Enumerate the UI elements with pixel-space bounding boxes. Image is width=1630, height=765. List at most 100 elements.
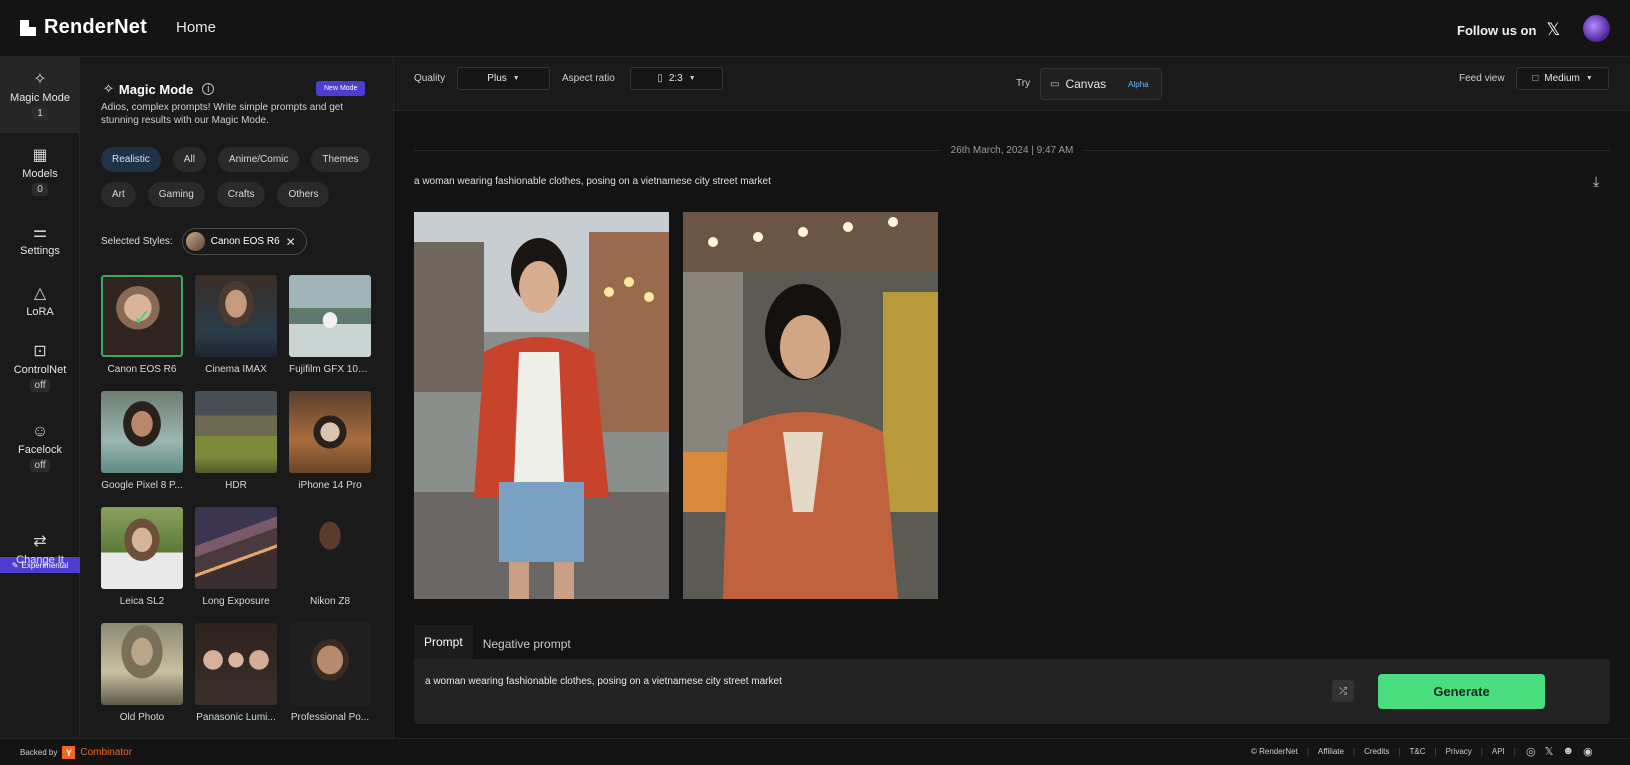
style-label: iPhone 14 Pro	[298, 480, 362, 491]
chevron-down-icon: ▼	[1585, 75, 1593, 82]
grid-icon: ▦	[32, 147, 48, 164]
style-thumbnail	[101, 623, 183, 705]
info-icon[interactable]: i	[202, 83, 215, 95]
style-tile-fujifilm-gfx-100[interactable]: Fujifilm GFX 100...	[289, 275, 371, 375]
follow-text: Follow us on	[1457, 22, 1537, 38]
selected-style-pill[interactable]: Canon EOS R6 ✕	[181, 228, 307, 255]
nav-home-link[interactable]: Home	[176, 19, 216, 36]
chevron-down-icon: ▼	[512, 75, 520, 82]
canvas-label: Canvas	[1065, 77, 1107, 91]
chip-others[interactable]: Others	[277, 182, 330, 207]
top-bar: RenderNet Home Follow us on 𝕏	[0, 0, 1630, 57]
avatar[interactable]	[1583, 15, 1610, 42]
camera-focus-icon: ⊡	[33, 343, 47, 360]
style-tile-hdr[interactable]: HDR	[195, 391, 277, 491]
new-mode-button[interactable]: New Mode	[316, 81, 366, 96]
tab-prompt[interactable]: Prompt	[414, 625, 473, 663]
rail-item-magic-mode[interactable]: ✧ Magic Mode 1	[0, 57, 80, 133]
divider-line	[414, 150, 939, 151]
style-label: Old Photo	[119, 712, 165, 723]
generated-image-1[interactable]	[414, 212, 669, 599]
style-thumbnail	[195, 507, 277, 589]
selected-style-name: Canon EOS R6	[210, 236, 280, 247]
chip-crafts[interactable]: Crafts	[216, 182, 266, 207]
style-tile-long-exposure[interactable]: Long Exposure	[195, 507, 277, 607]
style-tile-panasonic-lumix[interactable]: Panasonic Lumi...	[195, 623, 277, 723]
magic-mode-panel: ✧ Magic Mode i New Mode Adios, complex p…	[80, 57, 394, 738]
close-icon[interactable]: ✕	[286, 235, 296, 249]
x-logo-icon[interactable]: 𝕏	[1545, 745, 1554, 758]
chip-themes[interactable]: Themes	[311, 147, 370, 172]
style-tile-nikon-z8[interactable]: Nikon Z8	[289, 507, 371, 607]
style-tile-canon-eos-r6[interactable]: ✓ Canon EOS R6	[101, 275, 183, 375]
divider: |	[1480, 747, 1483, 756]
rail-item-models[interactable]: ▦ Models 0	[0, 147, 80, 196]
chip-all[interactable]: All	[172, 147, 206, 172]
rail-item-settings[interactable]: ⚌ Settings	[0, 224, 80, 257]
style-tile-professional-portrait[interactable]: Professional Po...	[289, 623, 371, 723]
style-tile-google-pixel-8[interactable]: Google Pixel 8 P...	[101, 391, 183, 491]
generate-button[interactable]: Generate	[1378, 674, 1545, 709]
category-chips: Realistic All Anime/Comic Themes Art Gam…	[101, 147, 391, 207]
discord-icon[interactable]: ☻	[1562, 745, 1574, 758]
logo-mark-icon	[20, 19, 36, 36]
face-frame-icon: ☺	[31, 423, 49, 440]
rail-item-label: Settings	[20, 245, 60, 257]
shuffle-icon[interactable]: ⤮	[1332, 680, 1354, 702]
style-label: Nikon Z8	[309, 596, 350, 607]
style-tile-cinema-imax[interactable]: Cinema IMAX	[195, 275, 277, 375]
footer-link-affiliate[interactable]: Affiliate	[1318, 747, 1344, 756]
style-thumbnail	[195, 275, 277, 357]
rail-item-controlnet[interactable]: ⊡ ControlNet off	[0, 343, 80, 392]
backed-by[interactable]: Backed by Y Combinator	[20, 746, 132, 759]
feed-view-dropdown[interactable]: □ Medium ▼	[1516, 67, 1609, 90]
style-tile-leica-sl2[interactable]: Leica SL2	[101, 507, 183, 607]
instagram-icon[interactable]: ◎	[1526, 745, 1536, 758]
feed-date-divider: 26th March, 2024 | 9:47 AM	[414, 145, 1611, 156]
magic-wand-icon: ✧	[33, 71, 47, 88]
style-tile-iphone-14-pro[interactable]: iPhone 14 Pro	[289, 391, 371, 491]
style-thumbnail: ✓	[101, 275, 183, 357]
download-icon[interactable]: ⤓	[1593, 173, 1599, 190]
reddit-icon[interactable]: ◉	[1583, 745, 1593, 758]
divider: |	[1434, 747, 1437, 756]
rail-item-lora[interactable]: △ LoRA	[0, 285, 80, 318]
canvas-button[interactable]: ▭ Canvas Alpha	[1040, 68, 1162, 100]
footer-link-api[interactable]: API	[1492, 747, 1505, 756]
rail-item-label: Magic Mode	[10, 92, 70, 104]
chip-art[interactable]: Art	[101, 182, 136, 207]
square-icon: □	[1532, 73, 1539, 84]
logo[interactable]: RenderNet	[20, 16, 147, 39]
style-label: Long Exposure	[202, 596, 270, 607]
style-label: Cinema IMAX	[205, 364, 267, 375]
follow-us-link[interactable]: Follow us on 𝕏	[1457, 20, 1560, 40]
chip-realistic[interactable]: Realistic	[101, 147, 161, 172]
footer-link-copyright[interactable]: © RenderNet	[1251, 747, 1298, 756]
divider: |	[1398, 747, 1401, 756]
quality-dropdown[interactable]: Plus ▼	[457, 67, 550, 90]
style-tile-old-photo[interactable]: Old Photo	[101, 623, 183, 723]
aspect-ratio-dropdown[interactable]: ▯ 2:3 ▼	[630, 67, 723, 90]
aspect-ratio-value: 2:3	[668, 73, 683, 84]
style-label: Canon EOS R6	[107, 364, 177, 375]
rail-item-facelock[interactable]: ☺ Facelock off	[0, 423, 80, 472]
rail-item-label: ControlNet	[13, 364, 67, 376]
divider: |	[1352, 747, 1356, 756]
rail-item-label: LoRA	[26, 306, 54, 318]
footer-link-privacy[interactable]: Privacy	[1446, 747, 1472, 756]
tab-negative-prompt[interactable]: Negative prompt	[472, 627, 581, 663]
footer-link-credits[interactable]: Credits	[1364, 747, 1389, 756]
footer-links: © RenderNet | Affiliate | Credits | T&C …	[1251, 747, 1516, 756]
portrait-frame-icon: ▯	[657, 73, 663, 84]
rail-item-change-it[interactable]: ⇄ Change It	[0, 533, 80, 566]
style-thumbnail	[101, 391, 183, 473]
chip-anime-comic[interactable]: Anime/Comic	[217, 147, 300, 172]
generated-image-2[interactable]	[683, 212, 938, 599]
prompt-input[interactable]: a woman wearing fashionable clothes, pos…	[414, 659, 1610, 724]
rail-item-status: off	[29, 379, 51, 392]
panel-title: ✧ Magic Mode i	[103, 81, 215, 97]
alpha-badge: Alpha	[1128, 79, 1149, 89]
chip-gaming[interactable]: Gaming	[147, 182, 205, 207]
prompt-input-text[interactable]: a woman wearing fashionable clothes, pos…	[425, 676, 782, 687]
footer-link-tnc[interactable]: T&C	[1409, 747, 1425, 756]
